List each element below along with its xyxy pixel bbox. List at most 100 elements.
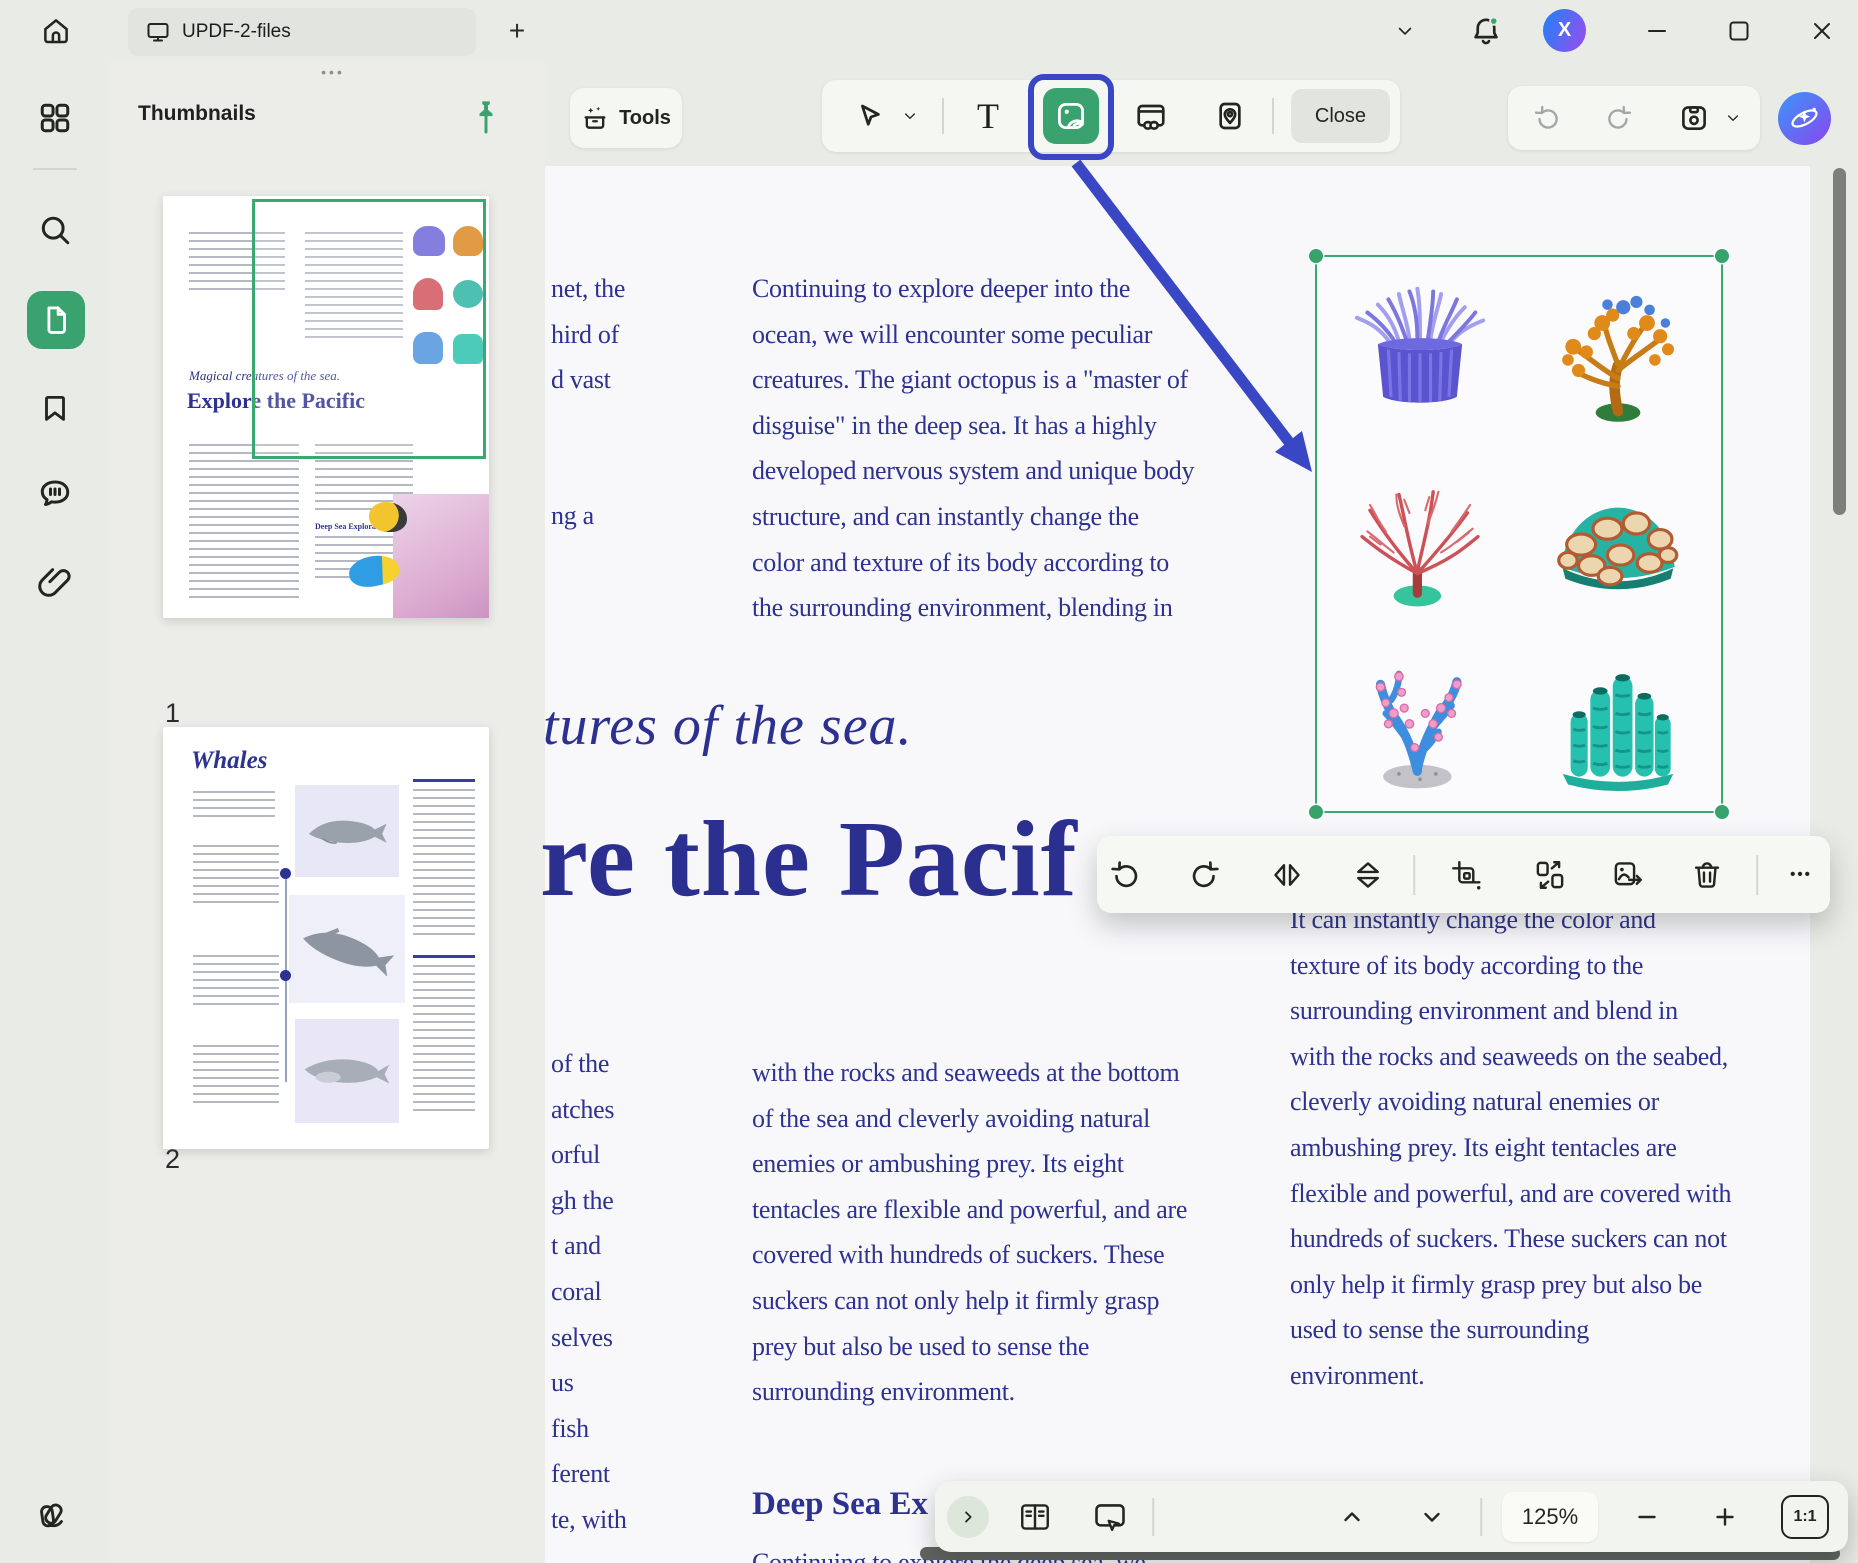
thumb2-text-block <box>193 845 279 907</box>
doc-text-line: ambushing prey. Its eight tentacles are <box>1290 1125 1731 1171</box>
export-image-icon <box>1611 858 1645 892</box>
maximize-icon <box>1727 19 1751 43</box>
actual-size-button[interactable]: 1:1 <box>1781 1495 1829 1539</box>
doc-text-line: the surrounding environment, blending in <box>752 585 1194 631</box>
zoom-out-button[interactable] <box>1626 1496 1668 1538</box>
doc-text-line: Continuing to explore deeper into the <box>752 266 1194 312</box>
toolbar-divider <box>1480 1498 1482 1536</box>
previous-page-button[interactable] <box>1331 1496 1373 1538</box>
zoom-level-button[interactable]: 125% <box>1502 1492 1598 1542</box>
tab-list-chevron-button[interactable] <box>1390 16 1420 46</box>
search-icon <box>37 212 73 248</box>
flip-horizontal-button[interactable] <box>1265 853 1309 897</box>
rail-item-swatches[interactable] <box>33 1491 77 1535</box>
tools-button[interactable]: Tools <box>570 88 682 148</box>
home-icon <box>41 16 71 46</box>
more-options-button[interactable]: ••• <box>1779 853 1823 897</box>
panel-title: Thumbnails <box>138 102 256 126</box>
zoom-in-button[interactable] <box>1704 1496 1746 1538</box>
doc-text-line: t and <box>551 1223 627 1269</box>
thumb2-text-block <box>193 1045 279 1107</box>
selection-handle-bottom-left[interactable] <box>1309 805 1323 819</box>
delete-image-button[interactable] <box>1685 853 1729 897</box>
rail-divider <box>33 168 77 170</box>
rail-item-attachments[interactable] <box>33 560 77 604</box>
doc-text-line: with the rocks and seaweeds on the seabe… <box>1290 1034 1731 1080</box>
maximize-button[interactable] <box>1720 13 1758 49</box>
undo-button[interactable] <box>1525 99 1569 137</box>
doc-text-line: of the sea and cleverly avoiding natural <box>752 1096 1187 1142</box>
panel-drag-handle[interactable]: ••• <box>310 64 356 80</box>
rotate-left-button[interactable] <box>1103 853 1147 897</box>
flip-vertical-button[interactable] <box>1346 853 1390 897</box>
close-edit-button[interactable]: Close <box>1291 89 1390 143</box>
thumb2-heading-bar <box>413 955 475 958</box>
window-titlebar: UPDF-2-files + X <box>0 0 1858 62</box>
selection-handle-top-left[interactable] <box>1309 249 1323 263</box>
avatar[interactable]: X <box>1543 9 1586 52</box>
tools-label: Tools <box>619 107 671 130</box>
cursor-icon <box>853 101 883 131</box>
save-options-chevron[interactable] <box>1719 104 1747 132</box>
text-tool[interactable]: T <box>966 94 1010 138</box>
thumbnails-panel: ••• Thumbnails Magical creatures of the … <box>110 62 545 1563</box>
reading-mode-button[interactable] <box>1012 1494 1058 1540</box>
bottom-toolbar: 1 2 125% 1:1 <box>935 1481 1848 1552</box>
thumb2-text-block <box>413 965 475 1115</box>
presentation-mode-button[interactable] <box>1087 1494 1133 1540</box>
save-button[interactable] <box>1672 99 1716 137</box>
thumbnail-page-1[interactable]: Magical creatures of the sea. Explore th… <box>163 196 489 618</box>
close-window-button[interactable] <box>1803 13 1841 49</box>
close-icon <box>1810 19 1834 43</box>
flip-horizontal-icon <box>1270 858 1304 892</box>
doc-text-line: surrounding environment and blend in <box>1290 988 1731 1034</box>
annotation-place-tool[interactable] <box>1208 94 1252 138</box>
crop-button[interactable] <box>1444 853 1488 897</box>
chevron-up-icon <box>1340 1505 1364 1529</box>
link-card-icon <box>1135 100 1167 132</box>
rail-item-search[interactable] <box>33 208 77 252</box>
thumb1-viewport-rect[interactable] <box>252 199 486 459</box>
toolbar-divider <box>1152 1498 1154 1536</box>
next-page-button[interactable] <box>1411 1496 1453 1538</box>
thumb2-title: Whales <box>191 747 267 775</box>
expand-panel-button[interactable] <box>947 1496 989 1538</box>
rail-item-thumbnails[interactable] <box>27 291 85 349</box>
doc-text-line: net, the <box>551 266 625 312</box>
flip-vertical-icon <box>1351 858 1385 892</box>
doc-paragraph-1: Continuing to explore deeper into theoce… <box>752 266 1194 631</box>
rotate-right-button[interactable] <box>1183 853 1227 897</box>
selection-handle-bottom-right[interactable] <box>1715 805 1729 819</box>
minimize-button[interactable] <box>1638 13 1676 49</box>
thumb2-text-block <box>193 791 275 819</box>
undo-icon <box>1532 103 1562 133</box>
doc-paragraph-right: It can instantly change the color andtex… <box>1290 897 1731 1399</box>
vertical-scrollbar-thumb[interactable] <box>1833 168 1846 515</box>
minimize-icon <box>1645 19 1669 43</box>
doc-text-line: color and texture of its body according … <box>752 540 1194 586</box>
ai-assistant-button[interactable] <box>1778 92 1831 145</box>
coral-tube-sponge <box>1538 637 1698 795</box>
notifications-button[interactable] <box>1468 13 1504 49</box>
export-image-button[interactable] <box>1606 853 1650 897</box>
select-tool[interactable] <box>846 96 890 136</box>
rail-item-bookmarks[interactable] <box>33 386 77 430</box>
plus-icon <box>1713 1505 1737 1529</box>
pin-button[interactable] <box>468 95 504 139</box>
rail-item-comments[interactable] <box>33 472 77 516</box>
redo-button[interactable] <box>1597 99 1641 137</box>
home-button[interactable] <box>38 13 74 49</box>
swatches-icon <box>35 1493 75 1533</box>
selected-image[interactable] <box>1315 255 1723 813</box>
doc-subheading: Deep Sea Ex <box>752 1486 928 1523</box>
new-tab-button[interactable]: + <box>500 14 534 48</box>
rotate-right-icon <box>1188 858 1222 892</box>
rail-item-grid[interactable] <box>33 96 77 140</box>
replace-image-button[interactable] <box>1528 853 1572 897</box>
selection-handle-top-right[interactable] <box>1715 249 1729 263</box>
doc-paragraph-2: with the rocks and seaweeds at the botto… <box>752 1050 1187 1415</box>
document-tab[interactable]: UPDF-2-files <box>128 8 476 56</box>
select-tool-chevron[interactable] <box>896 102 924 130</box>
thumbnail-page-2[interactable]: Whales <box>163 727 489 1149</box>
link-tool[interactable] <box>1129 94 1173 138</box>
